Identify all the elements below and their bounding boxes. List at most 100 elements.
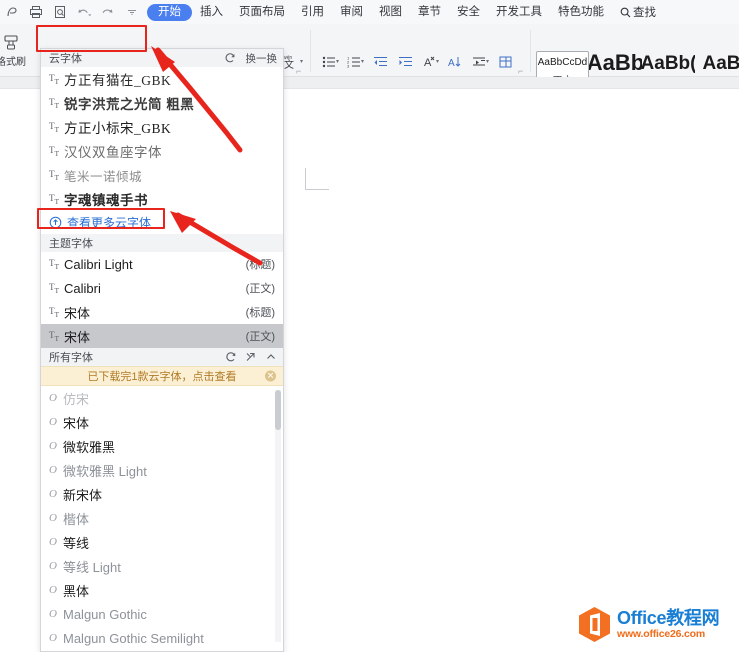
refresh-icon[interactable] [224,351,237,364]
paragraph-group-dialog-launcher[interactable]: ⌐ [518,66,523,76]
sort-button[interactable]: A [443,51,468,72]
redo-icon[interactable] [100,5,115,20]
theme-fonts-section-header: 主题字体 [41,234,283,252]
tab-insert[interactable]: 插入 [192,4,231,21]
document-page[interactable]: ▴ [279,90,739,652]
font-row[interactable]: O 微软雅黑 Light [41,458,283,482]
truetype-icon: TT [49,329,60,343]
ribbon-tabs: 开始 插入 页面布局 引用 审阅 视图 章节 安全 开发工具 特色功能 [147,3,612,21]
font-row[interactable]: O 楷体 [41,506,283,530]
font-name: 楷体 [63,511,90,527]
decrease-indent-button[interactable] [368,51,393,72]
tab-special-features[interactable]: 特色功能 [550,4,612,21]
tab-references[interactable]: 引用 [293,4,332,21]
font-dropdown-menu: 云字体 换一换 TT 方正有猫在_GBK TT 锐字洪荒之光简 粗黑 TT 方正… [40,48,284,652]
opentype-icon: O [49,464,57,476]
font-row[interactable]: O 仿宋 [41,386,283,410]
tab-start[interactable]: 开始 [147,3,192,21]
shuffle-icon[interactable] [224,52,237,65]
svg-text:A: A [424,57,432,69]
theme-font-row[interactable]: TT Calibri Light (标题) [41,252,283,276]
cloud-font-row[interactable]: TT 汉仪双鱼座字体 [41,139,283,163]
numbered-list-button[interactable]: 1 2 3 ▾ [343,51,368,72]
tab-developer-tools[interactable]: 开发工具 [488,4,550,21]
font-name: 宋体 [64,305,91,321]
font-name: 宋体 [64,329,91,345]
undo-icon[interactable] [76,5,91,20]
font-name: 宋体 [63,415,90,431]
tab-view[interactable]: 视图 [371,4,410,21]
font-row[interactable]: O 宋体 [41,410,283,434]
pinyin-dropdown-arrow[interactable]: ▾ [300,58,303,65]
cloud-font-download-notice[interactable]: 已下载完1款云字体，点击查看 ✕ [41,366,283,386]
font-name: Calibri Light [64,256,133,272]
close-icon[interactable]: ✕ [265,370,276,382]
font-list-scrollbar-thumb[interactable] [275,390,281,430]
page-margin-corner-mark [305,168,329,190]
print-icon[interactable] [28,5,43,20]
sort-icon[interactable] [244,351,257,364]
tab-review[interactable]: 审阅 [332,4,371,21]
cloud-fonts-title: 云字体 [49,53,82,65]
find-button[interactable]: 查找 [620,4,656,20]
opentype-icon: O [49,560,57,572]
font-name: 方正有猫在_GBK [64,73,172,88]
tab-section[interactable]: 章节 [410,4,449,21]
bullet-list-button[interactable]: ▾ [318,51,343,72]
truetype-icon: TT [49,168,60,182]
font-group-dialog-launcher[interactable]: ⌐ [296,66,301,76]
svg-text:A: A [448,58,455,69]
theme-font-row[interactable]: TT 宋体 (标题) [41,300,283,324]
theme-font-row-selected[interactable]: TT 宋体 (正文) [41,324,283,348]
table-grid-icon [498,54,514,70]
shuffle-label[interactable]: 换一换 [246,51,278,66]
cloud-font-row[interactable]: TT 方正有猫在_GBK [41,67,283,91]
view-more-cloud-fonts-label: 查看更多云字体 [67,216,152,230]
watermark-url: www.office26.com [617,628,706,641]
find-label: 查找 [633,7,656,19]
all-fonts-section-header: 所有字体 [41,348,283,366]
font-row[interactable]: O 微软雅黑 [41,434,283,458]
font-name: 等线 [63,535,90,551]
cloud-font-row[interactable]: TT 笔米一诺倾城 [41,163,283,187]
increase-indent-button[interactable] [393,51,418,72]
font-row[interactable]: O Malgun Gothic Semilight [41,626,283,650]
format-painter-button[interactable]: 格式刷 [0,26,28,74]
download-icon [49,216,62,229]
font-row[interactable]: O 等线 Light [41,554,283,578]
cloud-font-row[interactable]: TT 方正小标宋_GBK [41,115,283,139]
opentype-icon: O [49,440,57,452]
style-preview: AaBb [589,51,642,75]
font-name: 等线 Light [63,559,121,575]
show-paragraph-marks-button[interactable]: ▾ [468,51,493,72]
cloud-font-row[interactable]: TT 字魂镇魂手书 [41,187,283,211]
font-row[interactable]: O 等线 [41,530,283,554]
cloud-fonts-section-header: 云字体 换一换 [41,49,283,67]
font-row[interactable]: O Malgun Gothic [41,602,283,626]
opentype-icon: O [49,584,57,596]
truetype-icon: TT [49,120,60,134]
font-row[interactable]: O 新宋体 [41,482,283,506]
tab-security[interactable]: 安全 [449,4,488,21]
print-preview-icon[interactable] [52,5,67,20]
truetype-icon: TT [49,257,60,271]
tab-page-layout[interactable]: 页面布局 [231,4,293,21]
truetype-icon: TT [49,305,60,319]
collapse-icon[interactable] [264,351,277,364]
multilevel-list-button[interactable]: A ▾ [418,51,443,72]
table-grid-button[interactable] [493,51,518,72]
view-more-cloud-fonts-link[interactable]: 查看更多云字体 [41,211,283,234]
cloud-font-row[interactable]: TT 锐字洪荒之光简 粗黑 [41,91,283,115]
font-name: 字魂镇魂手书 [64,193,148,208]
font-tag: (标题) [245,307,275,319]
quick-access-toolbar [0,5,147,20]
font-row[interactable]: O 黑体 [41,578,283,602]
font-tag: (正文) [245,283,275,295]
font-tag: (标题) [245,259,275,271]
font-name: Calibri [64,280,101,296]
wps-logo-icon[interactable] [4,5,19,20]
font-name: 汉仪双鱼座字体 [64,145,162,160]
theme-font-row[interactable]: TT Calibri (正文) [41,276,283,300]
font-tag: (正文) [245,331,275,343]
customize-quick-access-icon[interactable] [124,5,139,20]
